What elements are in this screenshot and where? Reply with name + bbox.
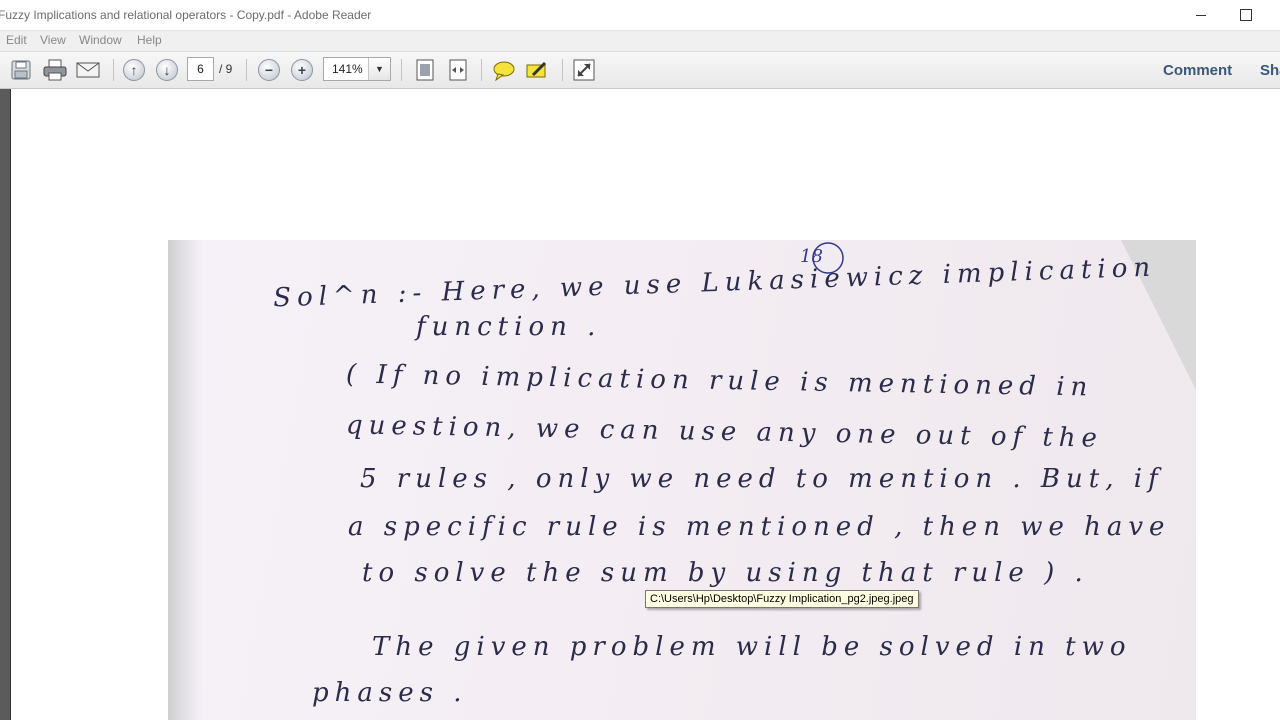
minimize-button[interactable] xyxy=(1178,0,1224,31)
print-icon xyxy=(43,59,67,81)
handwritten-line: 5 rules , only we need to mention . But,… xyxy=(360,464,1164,494)
email-icon xyxy=(76,62,100,78)
comment-bubble-icon xyxy=(493,61,515,81)
toolbar-separator xyxy=(562,59,563,81)
menu-view[interactable]: View xyxy=(40,33,66,47)
window-title: Fuzzy Implications and relational operat… xyxy=(0,8,372,22)
file-path-tooltip: C:\Users\Hp\Desktop\Fuzzy Implication_pg… xyxy=(645,590,919,608)
fit-page-icon xyxy=(416,59,434,81)
handwritten-line: Sol^n :- Here, we use Lukasiewicz implic… xyxy=(272,252,1157,314)
scanned-page-image: 18 Sol^n :- Here, we use Lukasiewicz imp… xyxy=(168,240,1196,720)
zoom-select[interactable]: 141% ▼ xyxy=(323,57,391,81)
fit-width-button[interactable] xyxy=(445,57,471,83)
menu-help[interactable]: Help xyxy=(137,33,162,47)
plus-icon: + xyxy=(291,59,313,81)
handwritten-line: to solve the sum by using that rule ) . xyxy=(362,558,1089,588)
title-bar: Fuzzy Implications and relational operat… xyxy=(0,0,1280,31)
next-page-button[interactable]: ↓ xyxy=(154,57,180,83)
menu-window[interactable]: Window xyxy=(79,33,122,47)
handwritten-line: phases . xyxy=(312,678,468,708)
sticky-note-button[interactable] xyxy=(491,57,517,83)
toolbar-separator xyxy=(113,59,114,81)
toolbar-separator xyxy=(246,59,247,81)
previous-page-button[interactable]: ↑ xyxy=(121,57,147,83)
zoom-value[interactable]: 141% xyxy=(332,62,363,76)
toolbar-separator xyxy=(481,59,482,81)
zoom-in-button[interactable]: + xyxy=(289,57,315,83)
highlight-pen-icon xyxy=(526,61,547,78)
share-pane-button[interactable]: Sha xyxy=(1260,62,1280,79)
toolbar-separator xyxy=(401,59,402,81)
save-icon xyxy=(11,60,31,80)
full-screen-button[interactable] xyxy=(571,57,597,83)
fit-width-icon xyxy=(449,59,467,81)
page-total: / 9 xyxy=(219,62,233,76)
comment-pane-button[interactable]: Comment xyxy=(1163,62,1232,79)
expand-icon xyxy=(573,59,595,81)
menu-bar: Edit View Window Help xyxy=(0,31,1280,52)
handwritten-line: a specific rule is mentioned , then we h… xyxy=(348,512,1171,542)
handwritten-line: The given problem will be solved in two xyxy=(372,632,1132,662)
arrow-up-icon: ↑ xyxy=(123,59,145,81)
arrow-down-icon: ↓ xyxy=(156,59,178,81)
handwritten-line: ( If no implication rule is mentioned in xyxy=(345,359,1094,403)
handwritten-line: function . xyxy=(416,312,602,342)
menu-edit[interactable]: Edit xyxy=(6,33,27,47)
page-shadow xyxy=(168,240,204,720)
print-button[interactable] xyxy=(42,57,68,83)
maximize-button[interactable] xyxy=(1222,0,1268,31)
page-number-input[interactable]: 6 xyxy=(187,57,214,81)
handwritten-line: question, we can use any one out of the xyxy=(345,410,1104,454)
chevron-down-icon[interactable]: ▼ xyxy=(368,58,390,80)
save-button[interactable] xyxy=(8,57,34,83)
email-button[interactable] xyxy=(75,57,101,83)
navigation-pane-strip[interactable] xyxy=(0,89,11,720)
highlight-button[interactable] xyxy=(524,57,550,83)
minus-icon: − xyxy=(258,59,280,81)
zoom-out-button[interactable]: − xyxy=(256,57,282,83)
fit-page-button[interactable] xyxy=(412,57,438,83)
